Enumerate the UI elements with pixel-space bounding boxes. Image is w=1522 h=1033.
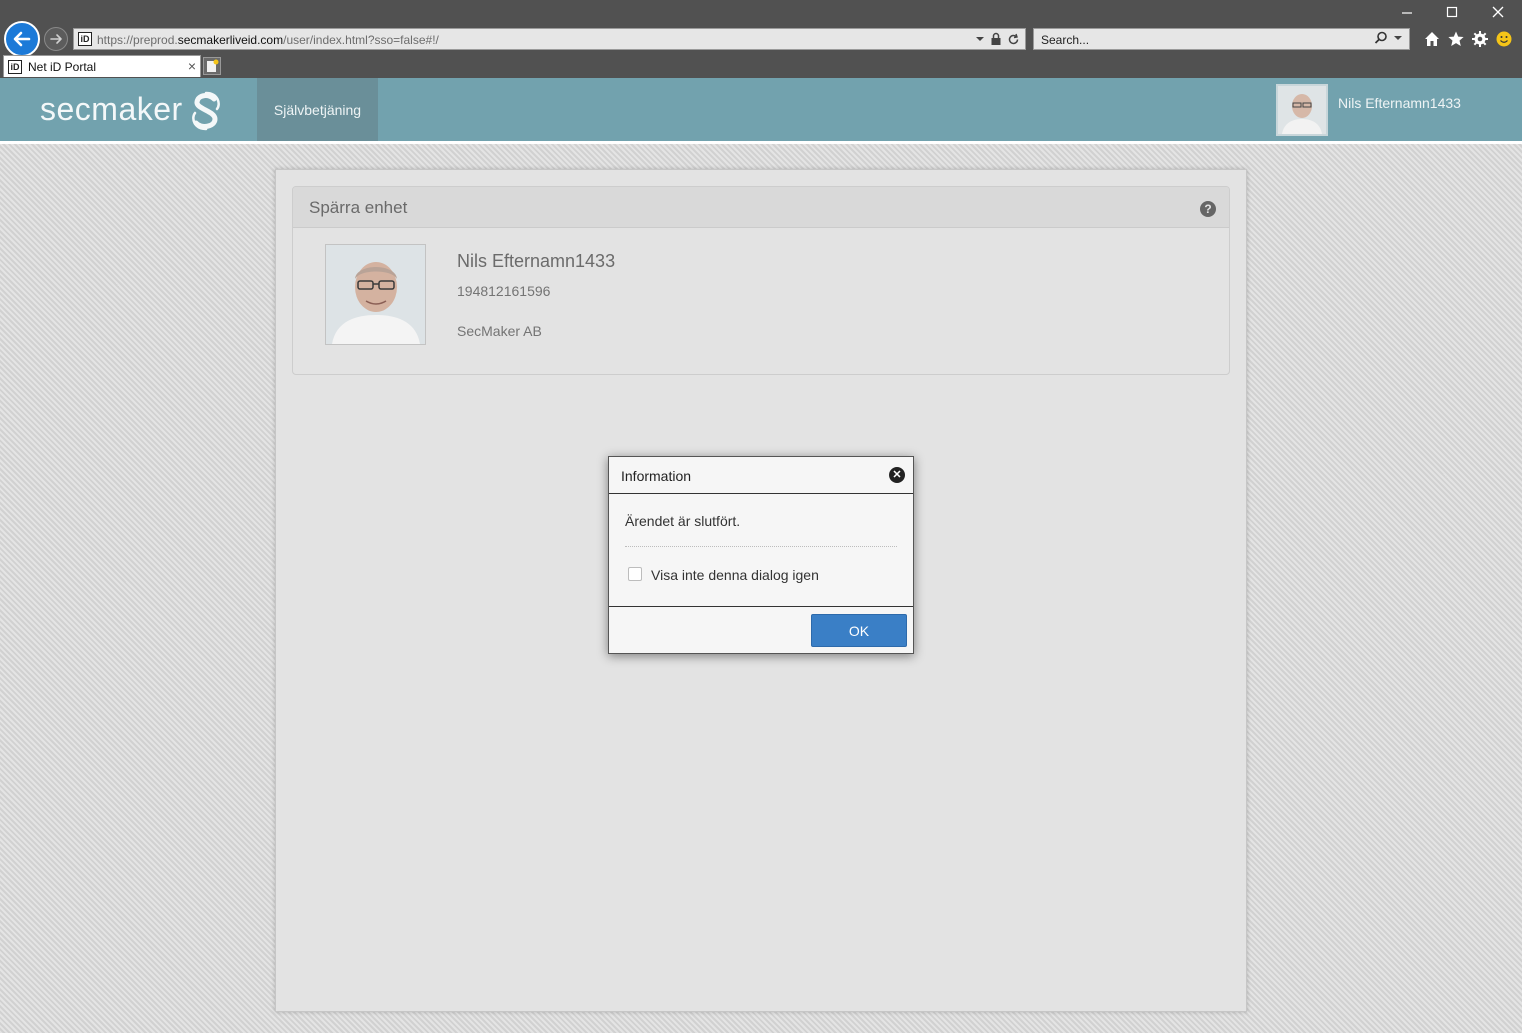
refresh-icon[interactable] — [1007, 33, 1020, 46]
help-icon[interactable]: ? — [1200, 201, 1216, 217]
site-favicon-icon: iD — [78, 32, 92, 46]
user-organization: SecMaker AB — [457, 323, 542, 339]
address-bar[interactable]: iD https://preprod.secmakerliveid.com/us… — [73, 28, 1026, 50]
dialog-message: Ärendet är slutfört. — [625, 513, 741, 529]
user-full-name: Nils Efternamn1433 — [457, 251, 616, 271]
close-window-icon[interactable] — [1487, 4, 1509, 26]
user-personal-id: 194812161596 — [457, 283, 551, 299]
user-photo — [325, 244, 426, 345]
browser-chrome: iD https://preprod.secmakerliveid.com/us… — [0, 0, 1522, 78]
home-icon[interactable] — [1423, 27, 1443, 49]
search-placeholder: Search... — [1041, 33, 1090, 47]
nav-item-sjalvbetjaning[interactable]: Självbetjäning — [257, 78, 378, 144]
url-dropdown-icon[interactable] — [975, 34, 985, 44]
lock-icon[interactable] — [990, 32, 1002, 46]
browser-tab[interactable]: iD Net iD Portal × — [3, 55, 201, 77]
forward-button[interactable] — [44, 27, 68, 51]
panel-title: Spärra enhet — [309, 198, 408, 217]
secmaker-logo-mark-icon — [192, 91, 220, 131]
dialog-close-icon[interactable]: ✕ — [889, 467, 905, 483]
feedback-smiley-icon[interactable] — [1495, 27, 1515, 49]
tab-close-icon[interactable]: × — [188, 58, 196, 74]
search-icon[interactable] — [1374, 31, 1388, 45]
dialog-footer: OK — [609, 606, 913, 653]
user-portrait-icon — [1278, 86, 1326, 134]
information-dialog: Information ✕ Ärendet är slutfört. Visa … — [608, 456, 914, 654]
new-tab-button[interactable] — [203, 57, 221, 75]
panel-header: Spärra enhet ? — [293, 187, 1229, 228]
url-text: https://preprod.secmakerliveid.com/user/… — [97, 33, 439, 47]
user-portrait-icon — [326, 245, 425, 344]
header-user-name[interactable]: Nils Efternamn1433 — [1338, 95, 1461, 111]
minimize-icon[interactable] — [1396, 4, 1418, 26]
browser-search-box[interactable]: Search... — [1033, 28, 1410, 50]
secmaker-logo[interactable]: secmaker — [40, 91, 183, 128]
dont-show-again-checkbox[interactable] — [628, 567, 642, 581]
tab-title: Net iD Portal — [28, 60, 97, 74]
dialog-header: Information ✕ — [609, 457, 913, 494]
tab-favicon-icon: iD — [8, 60, 22, 74]
maximize-icon[interactable] — [1441, 4, 1463, 26]
new-tab-icon — [207, 59, 219, 72]
dialog-title: Information — [621, 468, 692, 484]
favorites-star-icon[interactable] — [1447, 27, 1467, 49]
settings-gear-icon[interactable] — [1471, 27, 1491, 49]
nav-item-label: Självbetjäning — [273, 102, 362, 118]
header-avatar[interactable] — [1276, 84, 1328, 136]
back-arrow-icon — [13, 31, 31, 47]
back-button[interactable] — [4, 21, 40, 57]
site-header: secmaker Självbetjäning Nils Efternamn14… — [0, 78, 1522, 144]
dialog-divider — [625, 546, 897, 547]
forward-arrow-icon — [50, 34, 62, 44]
ok-button[interactable]: OK — [811, 614, 907, 647]
dont-show-again-label[interactable]: Visa inte denna dialog igen — [651, 567, 819, 583]
block-device-panel: Spärra enhet ? Nils Efternamn1433 194812… — [292, 186, 1230, 375]
search-dropdown-icon[interactable] — [1393, 33, 1403, 43]
